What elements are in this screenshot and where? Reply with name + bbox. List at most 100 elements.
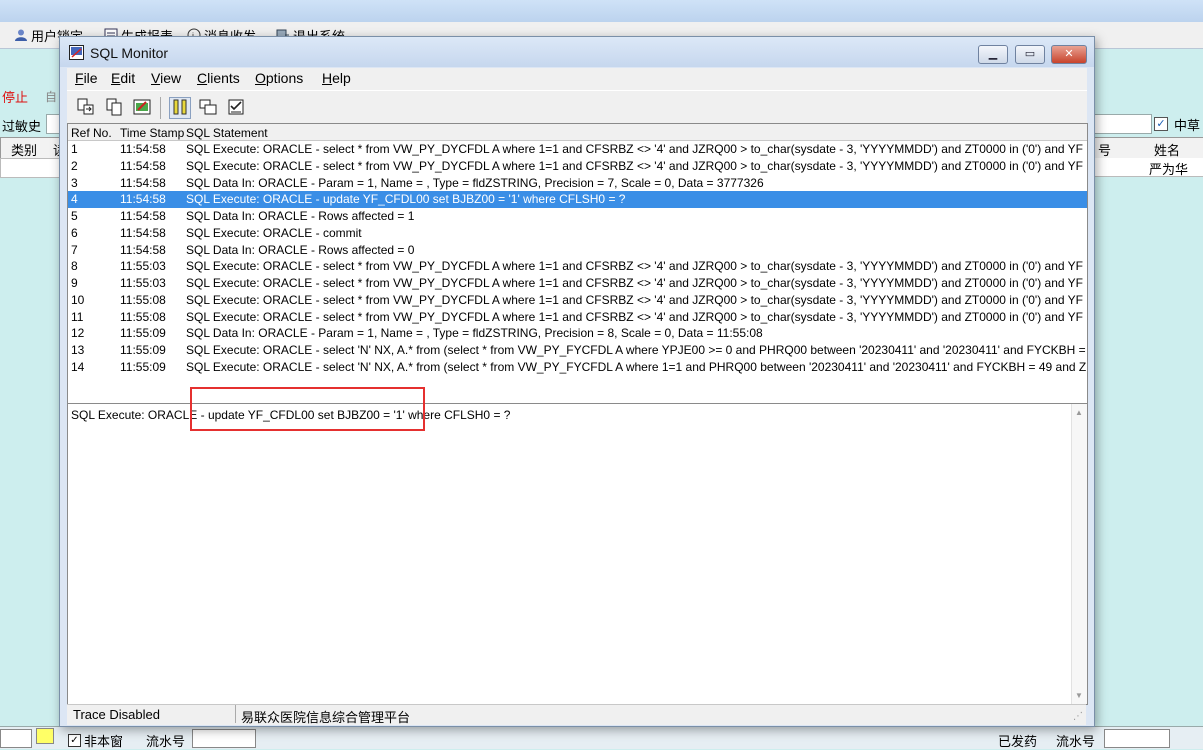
menu-file[interactable]: File [75,70,98,86]
menu-options-key: O [255,70,266,86]
right-input[interactable] [1094,114,1152,134]
print-icon [133,98,151,119]
row-ref-no: 10 [71,292,85,307]
menu-bar: File Edit View Clients Options Help [67,68,1087,90]
menu-clients[interactable]: Clients [197,70,240,86]
row-sql-statement: SQL Execute: ORACLE - select * from VW_P… [186,158,1084,173]
maximize-icon: ▭ [1024,48,1036,60]
resize-grip-icon[interactable]: ⋰ [1073,711,1083,722]
menu-options[interactable]: Options [255,70,303,86]
trace-options-button[interactable] [225,97,247,119]
serial-number-input-right[interactable] [1104,729,1170,748]
bottom-dropdown[interactable] [0,729,32,748]
sql-log-row[interactable]: 7 11:54:58 SQL Data In: ORACLE - Rows affe… [68,242,1087,259]
bottom-swatch [36,728,54,744]
row-ref-no: 2 [71,158,78,173]
window-titlebar[interactable]: SQL Monitor ▁ ▭ ✕ [60,37,1094,67]
right-header-name: 姓名 [1154,143,1181,158]
sql-log-row[interactable]: 3 11:54:58 SQL Data In: ORACLE - Param = 1… [68,175,1087,192]
window-title: SQL Monitor [90,45,169,61]
user-icon [14,28,28,42]
copy-icon [105,98,123,119]
sql-log-row[interactable]: 10 11:55:08 SQL Execute: ORACLE - select *… [68,292,1087,309]
detail-scrollbar[interactable]: ▲ ▼ [1071,404,1087,704]
tile-button[interactable] [197,97,219,119]
row-ref-no: 8 [71,259,78,274]
not-this-window-checkbox[interactable]: ✓ 非本窗 [68,731,123,750]
row-time-stamp: 11:55:03 [120,276,166,290]
sql-monitor-app-icon [69,45,84,60]
sql-log-row[interactable]: 1 11:54:58 SQL Execute: ORACLE - select * … [68,141,1087,158]
pause-button[interactable] [169,97,191,119]
row-time-stamp: 11:54:58 [120,142,166,156]
print-button[interactable] [131,97,153,119]
serial-number-label-right: 流水号 [1056,734,1096,749]
row-sql-statement: SQL Execute: ORACLE - select * from VW_P… [186,259,1084,274]
save-log-icon [77,98,95,119]
stop-label[interactable]: 停止 [2,87,28,106]
menu-help[interactable]: Help [322,70,351,86]
menu-view-rest: iew [160,70,182,86]
save-log-button[interactable] [75,97,97,119]
row-ref-no: 4 [71,192,78,207]
row-sql-statement: SQL Execute: ORACLE - select * from VW_P… [186,309,1084,324]
menu-edit[interactable]: Edit [111,70,135,86]
row-time-stamp: 11:55:08 [120,292,166,307]
menu-view[interactable]: View [151,70,181,86]
tile-icon [199,98,217,119]
right-header-number: 号 [1098,143,1112,158]
grid-header-category: 类别 [11,143,38,158]
sql-log-row[interactable]: 14 11:55:09 SQL Execute: ORACLE - select '… [68,359,1087,376]
sql-log-row[interactable]: 5 11:54:58 SQL Data In: ORACLE - Rows affe… [68,208,1087,225]
herbal-checkbox[interactable]: ✓ [1154,117,1168,131]
trace-options-icon [227,98,245,119]
row-ref-no: 1 [71,142,78,156]
row-sql-statement: SQL Data In: ORACLE - Rows affected = 1 [186,209,415,223]
scroll-up-icon[interactable]: ▲ [1075,408,1083,417]
row-time-stamp: 11:55:08 [120,309,166,324]
row-time-stamp: 11:54:58 [120,209,166,223]
window-toolbar [67,90,1087,124]
sql-monitor-window: SQL Monitor ▁ ▭ ✕ File Edit View Clients… [59,36,1095,727]
background-grid-row[interactable] [0,158,62,178]
sql-log-row[interactable]: 8 11:55:03 SQL Execute: ORACLE - select * … [68,258,1087,275]
scroll-down-icon[interactable]: ▼ [1075,691,1083,700]
header-ref-no[interactable]: Ref No. [71,126,112,140]
sql-detail-pane[interactable]: SQL Execute: ORACLE - update YF_CFDL00 s… [67,403,1088,705]
patient-name: 严为华 [1149,162,1189,177]
sql-log-row[interactable]: 2 11:54:58 SQL Execute: ORACLE - select * … [68,158,1087,175]
sql-log-list[interactable]: Ref No. Time Stamp SQL Statement 1 11:54:… [67,123,1088,405]
sql-log-row[interactable]: 9 11:55:03 SQL Execute: ORACLE - select * … [68,275,1087,292]
menu-clients-key: C [197,70,208,86]
serial-number-label: 流水号 [146,734,186,749]
menu-file-rest: ile [83,70,98,86]
row-sql-statement: SQL Execute: ORACLE - select * from VW_P… [186,292,1084,307]
sql-log-row[interactable]: 6 11:54:58 SQL Execute: ORACLE - commit [68,225,1087,242]
serial-number-input[interactable] [192,729,256,748]
header-time-stamp[interactable]: Time Stamp [120,126,184,140]
row-time-stamp: 11:54:58 [120,225,166,240]
row-sql-statement: SQL Execute: ORACLE - commit [186,225,362,240]
header-sql-statement[interactable]: SQL Statement [186,126,268,140]
maximize-button[interactable]: ▭ [1015,45,1045,64]
right-grid-row[interactable]: 严为华 [1094,158,1203,177]
pause-icon [172,99,188,118]
sql-log-row[interactable]: 11 11:55:08 SQL Execute: ORACLE - select *… [68,309,1087,326]
sql-log-row[interactable]: 13 11:55:09 SQL Execute: ORACLE - select '… [68,342,1087,359]
minimize-icon: ▁ [988,48,998,60]
copy-button[interactable] [103,97,125,119]
row-sql-statement: SQL Execute: ORACLE - select * from VW_P… [186,142,1084,156]
close-button[interactable]: ✕ [1051,45,1087,64]
menu-file-key: F [75,70,84,86]
row-sql-statement: SQL Execute: ORACLE - select * from VW_P… [186,276,1084,290]
sql-log-row[interactable]: 12 11:55:09 SQL Data In: ORACLE - Param = … [68,325,1087,342]
not-this-window-label: 非本窗 [84,734,124,749]
row-time-stamp: 11:54:58 [120,158,166,173]
row-sql-statement: SQL Execute: ORACLE - select 'N' NX, A.*… [186,359,1087,374]
menu-options-rest: ptions [265,70,304,86]
minimize-button[interactable]: ▁ [978,45,1008,64]
menu-edit-key: E [111,70,121,86]
annotation-highlight-box [190,387,425,431]
allergy-history-input[interactable] [46,114,60,134]
sql-log-row[interactable]: 4 11:54:58 SQL Execute: ORACLE - update YF… [68,191,1087,208]
